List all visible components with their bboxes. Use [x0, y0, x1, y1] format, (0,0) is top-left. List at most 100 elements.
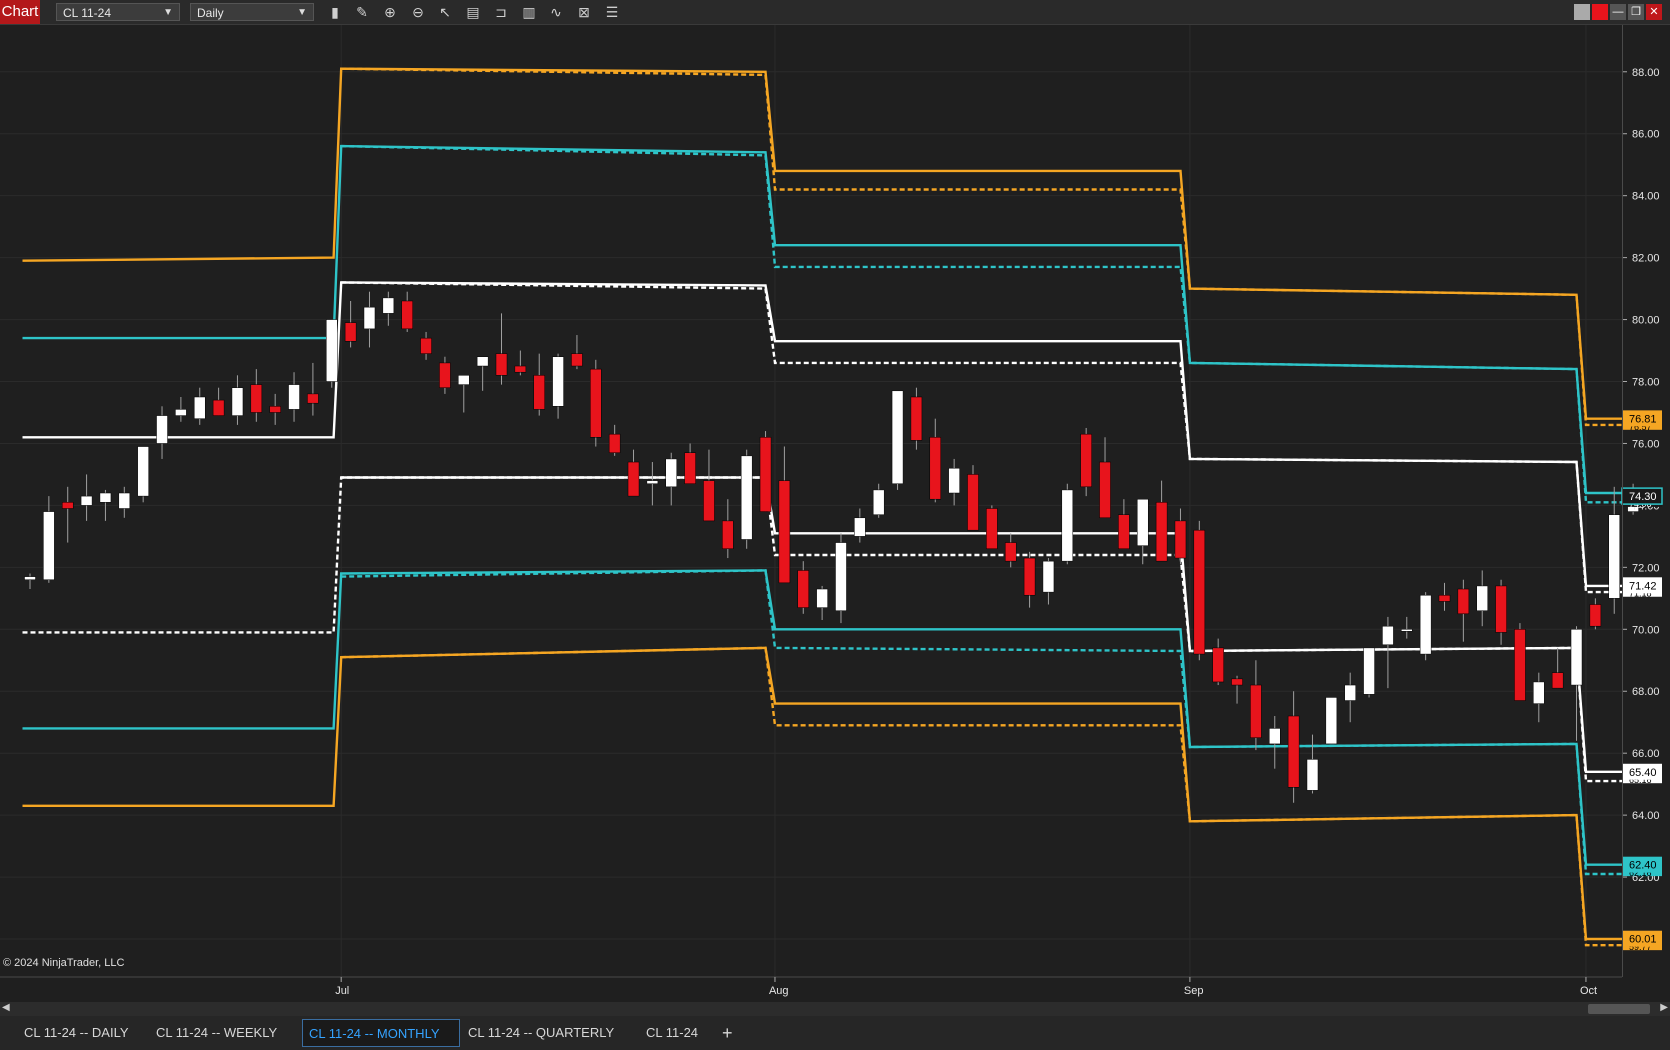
candle-body — [269, 406, 281, 413]
candle-body — [1118, 514, 1130, 550]
tab-daily[interactable]: CL 11-24 -- DAILY — [18, 1019, 135, 1047]
chevron-down-icon: ▼ — [163, 7, 173, 18]
candle-body — [212, 399, 225, 416]
candle-body — [1287, 715, 1300, 788]
candle-body — [1061, 489, 1074, 562]
candle-body — [872, 489, 885, 515]
candle-body — [1608, 514, 1620, 599]
zoom-out-icon[interactable]: ⊖ — [408, 3, 428, 21]
add-tab-button[interactable]: + — [716, 1019, 739, 1047]
candle-body — [1533, 681, 1545, 704]
indicators-icon[interactable]: ∿ — [546, 3, 566, 21]
tab-weekly[interactable]: CL 11-24 -- WEEKLY — [150, 1019, 283, 1047]
candle-body — [458, 375, 470, 385]
x-axis-label: Oct — [1580, 985, 1597, 997]
chart-panel[interactable]: 88.0086.0084.0082.0080.0078.0076.0074.00… — [0, 25, 1670, 1000]
price-axis-divider — [1622, 25, 1623, 977]
zoom-in-icon[interactable]: ⊕ — [380, 3, 400, 21]
instrument-selector[interactable]: CL 11-24 ▼ — [56, 3, 180, 21]
candle-body — [363, 306, 376, 330]
candle-body — [1476, 585, 1488, 611]
y-axis-label: 88.00 — [1632, 67, 1660, 79]
candle-body — [1212, 647, 1224, 683]
candle-body — [816, 588, 828, 608]
chart-toolbar: Chart CL 11-24 ▼ Daily ▼ ▮ ✎ ⊕ ⊖ ↖ ▤ ⊐ ▥… — [0, 0, 1670, 25]
pivot-level-line — [22, 281, 1662, 588]
candle-body — [118, 492, 131, 509]
candle-body — [1551, 672, 1564, 689]
properties-icon[interactable]: ☰ — [602, 3, 622, 21]
candle-body — [156, 415, 168, 444]
candle-body — [99, 492, 112, 503]
candle-body — [1419, 594, 1432, 655]
candle-body — [514, 365, 527, 373]
candle-body — [1080, 433, 1092, 488]
pointer-icon[interactable]: ↖ — [435, 3, 455, 21]
y-axis-label: 78.00 — [1632, 377, 1660, 389]
y-axis-label: 70.00 — [1632, 624, 1660, 636]
candle-body — [307, 393, 319, 404]
tab-instrument[interactable]: CL 11-24 — [640, 1019, 704, 1047]
price-marker-value: 65.40 — [1629, 767, 1657, 779]
price-marker-value: 62.40 — [1629, 860, 1657, 872]
candle-body — [231, 387, 244, 416]
candle-body — [722, 520, 734, 550]
instrument-value: CL 11-24 — [63, 6, 112, 20]
candle-body — [1193, 529, 1206, 655]
candle-body — [759, 437, 772, 512]
grey-button[interactable] — [1574, 4, 1590, 20]
candle-body — [1042, 560, 1055, 593]
candle-body — [1589, 604, 1602, 627]
price-chart[interactable]: 88.0086.0084.0082.0080.0078.0076.0074.00… — [0, 25, 1670, 1000]
scroll-right-icon[interactable]: ▶ — [1660, 1002, 1668, 1013]
candle-body — [1495, 585, 1507, 633]
candle-body — [891, 390, 904, 484]
price-marker: 71.1871.42 — [1622, 577, 1662, 599]
candle-body — [43, 511, 55, 580]
candle-body — [137, 446, 149, 497]
restore-icon[interactable]: ❐ — [1628, 4, 1644, 20]
candle-body — [80, 495, 93, 506]
tab-quarterly[interactable]: CL 11-24 -- QUARTERLY — [462, 1019, 620, 1047]
candle-body — [1231, 678, 1243, 686]
candle-body — [1174, 520, 1187, 559]
candle-body — [1269, 728, 1281, 745]
candle-body — [1363, 647, 1375, 695]
price-marker: 59.7760.01 — [1622, 930, 1662, 952]
candle-body — [533, 375, 545, 410]
tab-monthly[interactable]: CL 11-24 -- MONTHLY — [302, 1019, 460, 1047]
candle-body — [61, 502, 74, 509]
candle-body — [382, 297, 395, 314]
bars-icon[interactable]: ▮ — [325, 3, 345, 21]
strategies-icon[interactable]: ⊠ — [574, 3, 594, 21]
horizontal-scrollbar[interactable]: ◀ ▶ — [0, 1002, 1670, 1016]
candle-body — [344, 322, 357, 342]
y-axis-label: 76.00 — [1632, 438, 1660, 450]
candle-body — [1382, 625, 1394, 646]
data-box-icon[interactable]: ▤ — [463, 3, 483, 21]
pencil-icon[interactable]: ✎ — [352, 3, 372, 21]
minimize-icon[interactable]: — — [1610, 4, 1626, 20]
range-icon[interactable]: ⊐ — [491, 3, 511, 21]
scroll-left-icon[interactable]: ◀ — [2, 1002, 10, 1013]
chart-trader-icon[interactable]: ▥ — [519, 3, 539, 21]
candle-body — [1514, 629, 1526, 701]
interval-value: Daily — [197, 6, 224, 20]
candle-body — [439, 362, 451, 388]
interval-selector[interactable]: Daily ▼ — [190, 3, 314, 21]
y-axis-label: 68.00 — [1632, 686, 1660, 698]
price-marker: 65.1665.40 — [1622, 763, 1662, 785]
candle-body — [608, 433, 621, 453]
candle-body — [929, 437, 942, 500]
candle-body — [986, 508, 998, 550]
candle-body — [420, 337, 432, 354]
y-axis-label: 64.00 — [1632, 810, 1660, 822]
pivot-level-dashed — [341, 281, 1662, 594]
x-axis-label: Jul — [335, 985, 349, 997]
red-button[interactable] — [1592, 4, 1608, 20]
close-icon[interactable]: ✕ — [1646, 4, 1662, 20]
candle-body — [24, 576, 36, 580]
scroll-thumb[interactable] — [1588, 1004, 1650, 1014]
candle-body — [1570, 629, 1583, 686]
price-marker-value: 71.42 — [1629, 580, 1657, 592]
